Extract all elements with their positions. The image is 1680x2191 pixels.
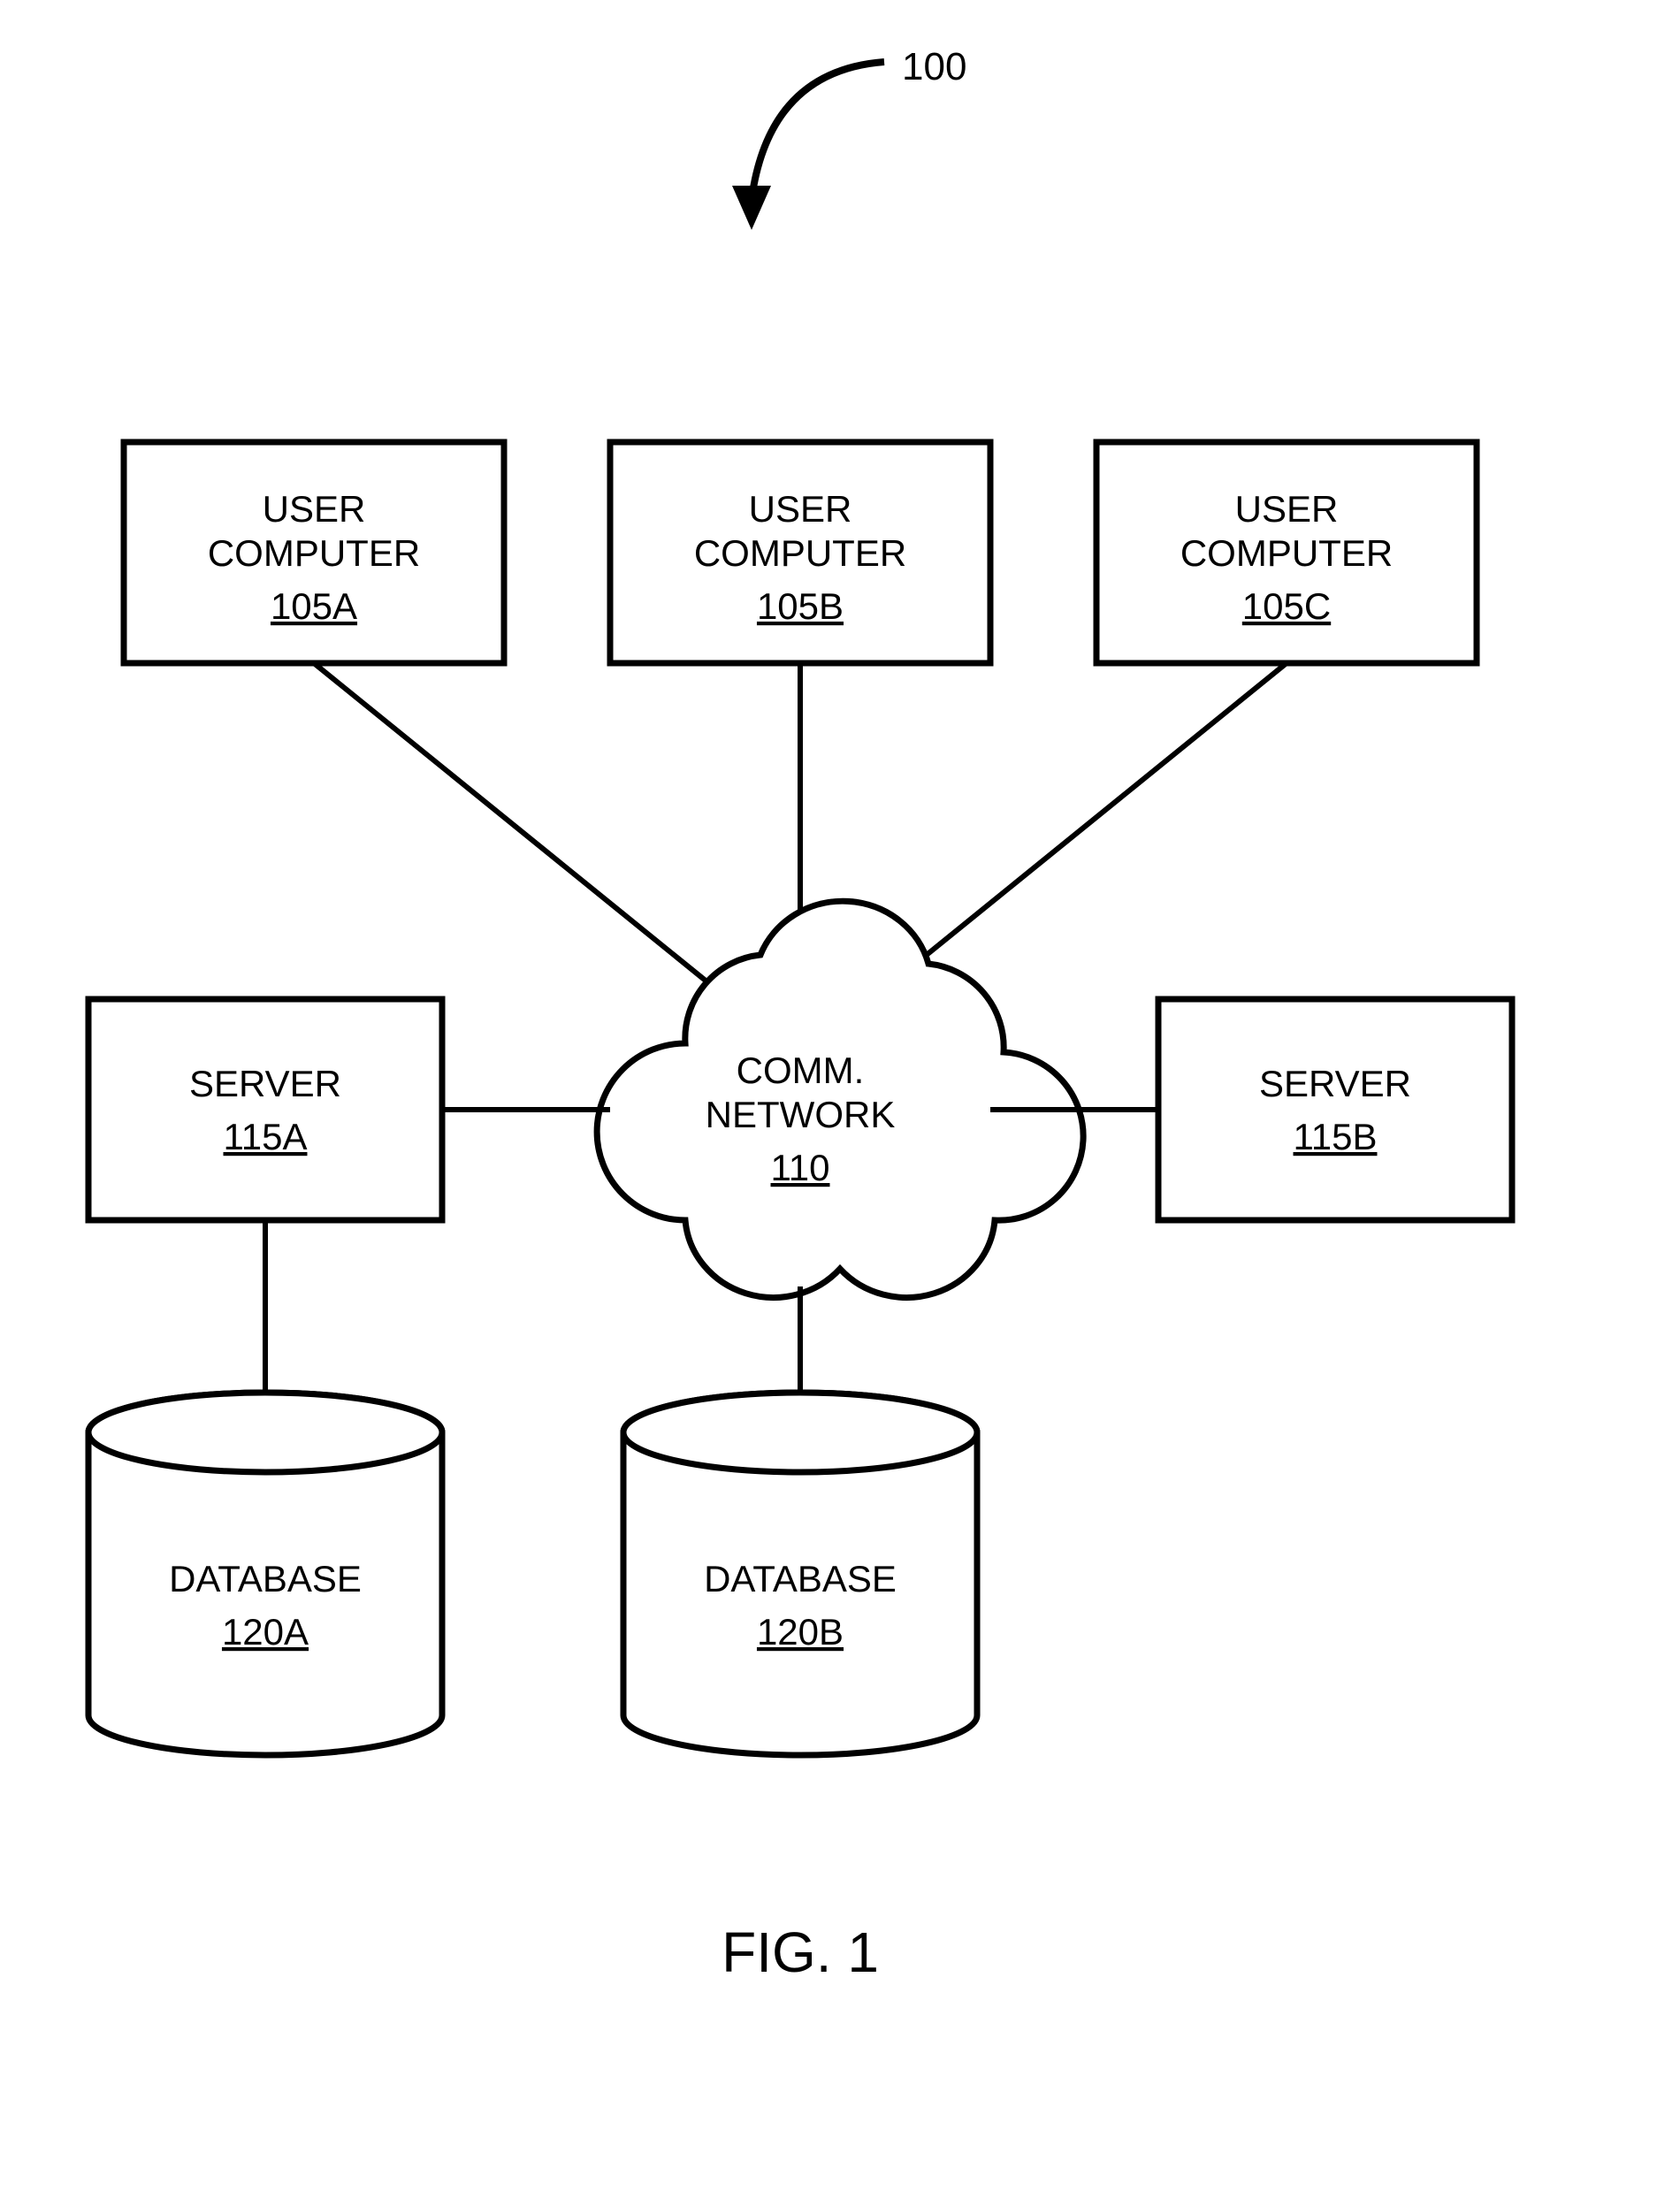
user-a-ref: 105A: [271, 585, 357, 627]
database-b: DATABASE 120B: [623, 1393, 977, 1755]
database-a: DATABASE 120A: [88, 1393, 442, 1755]
comm-network-cloud: COMM. NETWORK 110: [597, 901, 1083, 1297]
user-c-label-line2: COMPUTER: [1180, 532, 1393, 574]
user-b-ref: 105B: [757, 585, 844, 627]
figure-label: FIG. 1: [722, 1920, 879, 1984]
server-b: SERVER 115B: [1158, 999, 1512, 1220]
user-b-label-line2: COMPUTER: [694, 532, 906, 574]
db-a-ref: 120A: [222, 1611, 309, 1653]
server-b-ref: 115B: [1294, 1116, 1378, 1157]
user-b-label-line1: USER: [749, 488, 852, 530]
db-a-label: DATABASE: [169, 1558, 362, 1599]
server-a: SERVER 115A: [88, 999, 442, 1220]
user-computer-c: USER COMPUTER USER COMPUTER 105C: [1096, 442, 1477, 663]
network-ref: 110: [771, 1147, 830, 1188]
user-a-label-line2: COMPUTER: [208, 532, 420, 574]
db-b-ref: 120B: [757, 1611, 844, 1653]
user-computer-b: USER COMPUTER USER COMPUTER 105B: [610, 442, 990, 663]
network-label-line2: NETWORK: [706, 1094, 896, 1135]
user-a-label-line1: USER: [263, 488, 366, 530]
user-c-ref: 105C: [1242, 585, 1331, 627]
connector-user-c-network: [867, 663, 1287, 1004]
user-c-label-line1: USER: [1235, 488, 1339, 530]
system-ref-arrow: 100: [732, 45, 966, 230]
network-label-line1: COMM.: [737, 1050, 865, 1091]
server-a-ref: 115A: [224, 1116, 308, 1157]
system-ref-label: 100: [902, 45, 966, 88]
db-b-label: DATABASE: [704, 1558, 897, 1599]
server-b-label: SERVER: [1259, 1063, 1411, 1104]
system-diagram: 100 USER COMPUTER USER COMPUTER 105A USE…: [0, 0, 1680, 2191]
connector-user-a-network: [314, 663, 734, 1004]
server-a-label: SERVER: [189, 1063, 341, 1104]
user-computer-a: USER COMPUTER USER COMPUTER 105A: [124, 442, 504, 663]
